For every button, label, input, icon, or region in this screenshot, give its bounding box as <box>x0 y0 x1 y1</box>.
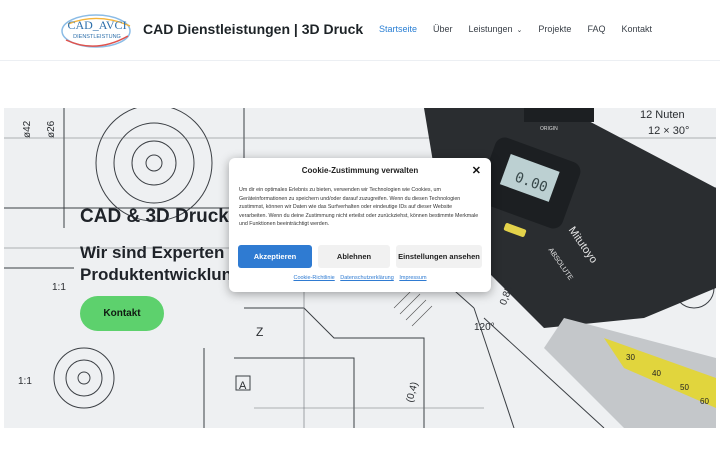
label-z: Z <box>256 325 263 339</box>
nav-ueber[interactable]: Über <box>433 24 453 34</box>
site-logo[interactable]: CAD_AVCI DIENSTLEISTUNG <box>58 10 136 52</box>
scale-50: 50 <box>680 383 689 392</box>
hero-subtitle-line-1: Wir sind Experten f <box>80 243 235 262</box>
link-impressum[interactable]: Impressum <box>399 275 426 281</box>
nav-leistungen[interactable]: Leistungen ⌄ <box>469 24 523 34</box>
cookie-dialog-links: Cookie-Richtlinie Datenschutzerklärung I… <box>229 275 491 281</box>
label-scale-2: 1:1 <box>18 376 32 387</box>
hero-kontakt-button[interactable]: Kontakt <box>80 296 164 331</box>
deny-button[interactable]: Ablehnen <box>318 245 390 268</box>
cookie-dialog-text: Um dir ein optimales Erlebnis zu bieten,… <box>239 187 479 228</box>
hero-title: CAD & 3D Druck <box>80 206 229 227</box>
site-header: CAD_AVCI DIENSTLEISTUNG CAD Dienstleistu… <box>0 0 720 61</box>
label-a: A <box>239 380 247 392</box>
label-phi-2: ø42 <box>22 120 33 138</box>
cookie-dialog-title: Cookie-Zustimmung verwalten <box>301 166 419 175</box>
link-cookie-richtlinie[interactable]: Cookie-Richtlinie <box>293 275 334 281</box>
logo-text-main: CAD_AVCI <box>67 18 126 32</box>
label-phi-1: ø26 <box>46 120 57 138</box>
close-icon[interactable]: ✕ <box>472 164 481 177</box>
logo-text-sub: DIENSTLEISTUNG <box>73 34 121 40</box>
hero-subtitle-line-2: Produktentwicklung <box>80 265 243 284</box>
scale-30: 30 <box>626 353 635 362</box>
nav-projekte[interactable]: Projekte <box>538 24 571 34</box>
site-title[interactable]: CAD Dienstleistungen | 3D Druck <box>143 21 363 37</box>
label-angle: 120° <box>474 322 495 333</box>
scale-40: 40 <box>652 369 661 378</box>
nav-startseite[interactable]: Startseite <box>379 24 417 34</box>
label-scale-1: 1:1 <box>52 282 66 293</box>
accept-button[interactable]: Akzeptieren <box>238 245 312 268</box>
label-nuten-2: 12 × 30° <box>648 125 689 137</box>
nav-faq[interactable]: FAQ <box>587 24 605 34</box>
nav-kontakt[interactable]: Kontakt <box>621 24 652 34</box>
label-nuten-1: 12 Nuten <box>640 109 685 121</box>
main-nav: Startseite Über Leistungen ⌄ Projekte FAQ… <box>379 24 652 34</box>
cookie-consent-dialog: Cookie-Zustimmung verwalten ✕ Um dir ein… <box>229 158 491 292</box>
link-datenschutz[interactable]: Datenschutzerklärung <box>340 275 394 281</box>
caliper-origin: ORIGIN <box>540 126 558 132</box>
settings-button[interactable]: Einstellungen ansehen <box>396 245 482 268</box>
hero-subtitle: Wir sind Experten f Produktentwicklung <box>80 242 243 286</box>
chevron-down-icon: ⌄ <box>516 27 523 34</box>
nav-leistungen-label: Leistungen <box>468 24 513 34</box>
scale-60: 60 <box>700 397 709 406</box>
